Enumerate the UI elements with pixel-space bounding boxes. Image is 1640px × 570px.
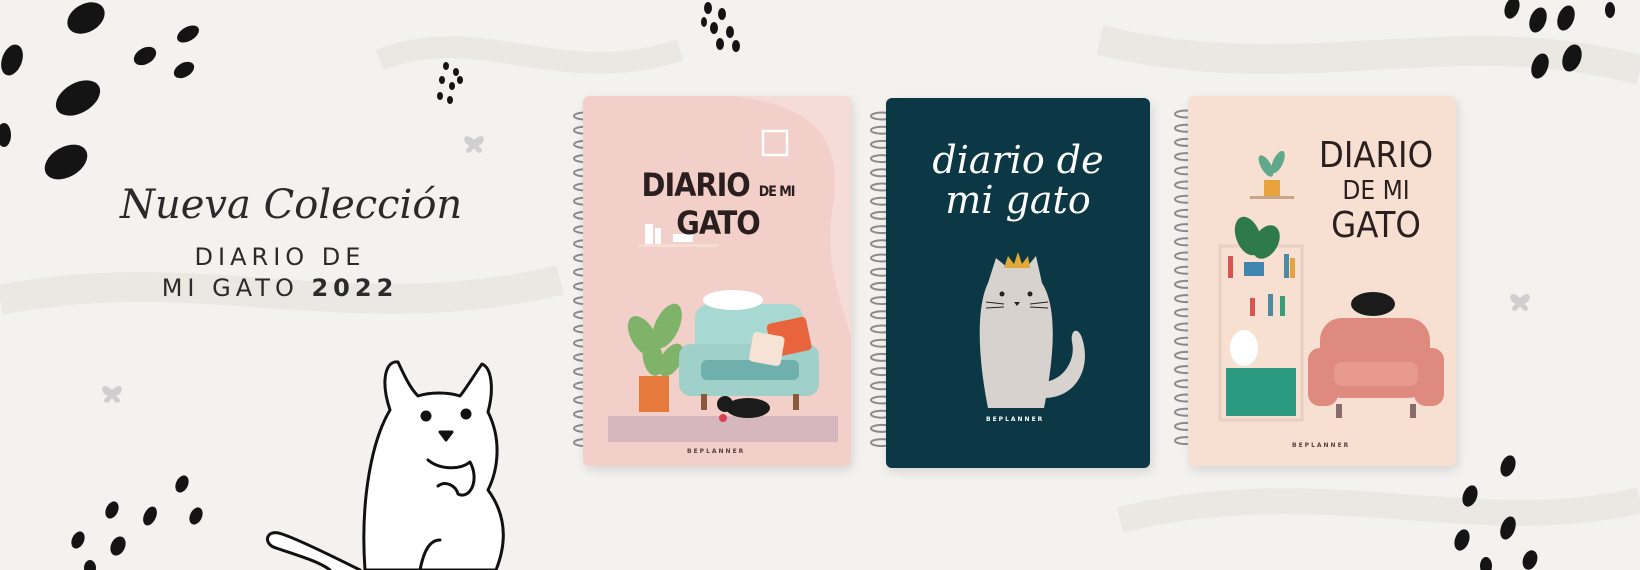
- title-line-2: MI GATO 2022: [120, 273, 440, 304]
- paw-dot-cluster-top-left: [0, 2, 199, 180]
- background-wave: [1116, 487, 1640, 533]
- notebook-peach-title: DIARIO DE MI GATO: [1306, 136, 1446, 246]
- notebook-peach-brand: BEPLANNER: [1292, 442, 1351, 449]
- small-dot-cluster-top: [701, 2, 740, 52]
- small-dot-cluster: [437, 62, 463, 104]
- background-wave: [1096, 25, 1640, 85]
- notebook-pink-title-de-mi: DE MI: [758, 184, 796, 200]
- notebook-peach-title-line2: DE MI: [1342, 176, 1410, 206]
- notebook-pink-brand: BEPLANNER: [687, 448, 746, 455]
- notebook-peach[interactable]: DIARIO DE MI GATO BEPLANNER: [1166, 94, 1460, 470]
- headline-block: Nueva Colección DIARIO DE MI GATO 2022: [120, 182, 463, 304]
- notebook-pink-title-gato: GATO: [676, 204, 761, 242]
- notebook-teal-brand: BEPLANNER: [986, 416, 1045, 423]
- paw-dot-cluster-bottom-left: [71, 475, 203, 570]
- notebook-pink-title: DIARIO DE MI GATO: [603, 166, 833, 242]
- title-mi-gato: MI GATO: [161, 274, 299, 302]
- collection-title: DIARIO DE MI GATO 2022: [120, 242, 440, 304]
- notebook-peach-cover: DIARIO DE MI GATO BEPLANNER: [1188, 96, 1456, 466]
- notebook-peach-title-line1: DIARIO: [1318, 135, 1434, 176]
- notebook-teal-title-line2: mi gato: [945, 178, 1091, 222]
- notebook-peach-title-line3: GATO: [1331, 205, 1421, 246]
- notebook-teal[interactable]: diario de mi gato BEPLANNER: [862, 96, 1152, 468]
- notebook-pink[interactable]: DIARIO DE MI GATO BEPLANNER: [565, 96, 855, 468]
- banner: Nueva Colección DIARIO DE MI GATO 2022 D…: [0, 0, 1640, 570]
- living-room-illustration: [608, 96, 851, 442]
- butterfly-icon: [464, 136, 484, 153]
- collection-tagline: Nueva Colección: [120, 182, 463, 228]
- cat-illustration: [266, 360, 505, 570]
- notebook-teal-title: diario de mi gato: [906, 140, 1130, 220]
- notebook-teal-title-line1: diario de: [932, 138, 1104, 182]
- title-line-1: DIARIO DE: [194, 243, 366, 271]
- background-wave: [375, 36, 684, 74]
- notebook-teal-cover: diario de mi gato BEPLANNER: [886, 98, 1150, 468]
- butterfly-icon: [1510, 294, 1530, 311]
- butterfly-icon: [102, 386, 122, 403]
- notebook-pink-title-diario: DIARIO: [641, 166, 751, 204]
- notebook-pink-cover: DIARIO DE MI GATO BEPLANNER: [583, 96, 851, 466]
- title-year: 2022: [311, 274, 399, 302]
